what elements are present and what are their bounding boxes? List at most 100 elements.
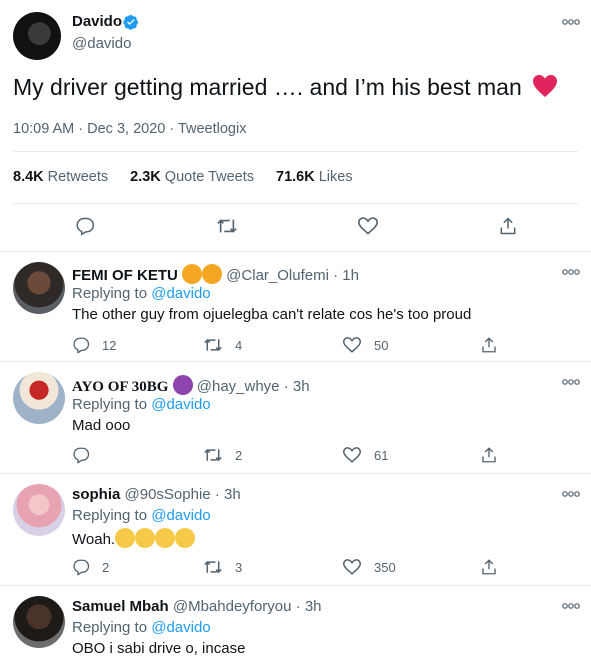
reply-item[interactable]: FEMI OF KETU @Clar_Olufemi · 1h Replying… bbox=[0, 252, 591, 362]
reply-count: 12 bbox=[102, 337, 117, 353]
reply-count: 2 bbox=[102, 559, 110, 575]
reply-handle[interactable]: @hay_whye bbox=[197, 378, 280, 395]
reply-header: FEMI OF KETU @Clar_Olufemi · 1h bbox=[72, 264, 359, 284]
retweet-count: 3 bbox=[235, 559, 243, 575]
reply-item[interactable]: AYO OF 30BG @hay_whye · 3h Replying to @… bbox=[0, 362, 591, 474]
retweet-button[interactable]: 3 bbox=[203, 558, 242, 576]
replying-to-link[interactable]: @davido bbox=[151, 619, 210, 636]
share-icon bbox=[482, 559, 496, 575]
reply-handle[interactable]: @Mbahdeyforyou bbox=[173, 598, 292, 615]
reply-time[interactable]: · 3h bbox=[284, 378, 310, 395]
author-handle[interactable]: @davido bbox=[72, 35, 131, 52]
more-icon[interactable] bbox=[562, 378, 580, 388]
replying-to-link[interactable]: @davido bbox=[151, 396, 210, 413]
devil-emoji-icon bbox=[172, 375, 193, 395]
reply-name[interactable]: AYO OF 30BG bbox=[72, 379, 168, 395]
like-icon bbox=[342, 559, 362, 575]
like-icon[interactable] bbox=[357, 216, 379, 236]
reply-header: Samuel Mbah @Mbahdeyforyou · 3h bbox=[72, 598, 322, 615]
reply-avatar[interactable] bbox=[13, 262, 65, 314]
divider bbox=[13, 151, 578, 152]
reply-time[interactable]: · 1h bbox=[333, 267, 359, 284]
retweets-stat[interactable]: 8.4K Retweets bbox=[13, 169, 108, 185]
retweet-count: 2 bbox=[235, 447, 243, 463]
like-button[interactable]: 61 bbox=[342, 446, 388, 464]
reply-text: Woah. bbox=[72, 531, 116, 548]
more-icon[interactable] bbox=[562, 602, 580, 612]
retweet-button[interactable]: 2 bbox=[203, 446, 242, 464]
likes-label: Likes bbox=[318, 169, 353, 185]
reply-icon bbox=[73, 447, 90, 464]
reply-avatar[interactable] bbox=[13, 596, 65, 648]
retweet-icon bbox=[204, 561, 222, 573]
lion-emoji-icon bbox=[202, 264, 222, 284]
more-icon[interactable] bbox=[562, 490, 580, 500]
likes-count: 71.6K bbox=[276, 169, 315, 185]
clap-emoji-icon bbox=[175, 528, 196, 548]
author-name[interactable]: Davido bbox=[72, 13, 122, 30]
share-button[interactable] bbox=[480, 336, 498, 354]
reply-name[interactable]: Samuel Mbah bbox=[72, 598, 169, 615]
share-icon bbox=[482, 447, 496, 463]
like-icon bbox=[342, 447, 362, 463]
reply-button[interactable]: 12 bbox=[72, 336, 116, 354]
clap-emoji-icon bbox=[115, 528, 136, 548]
share-icon bbox=[482, 337, 496, 353]
share-button[interactable] bbox=[480, 558, 498, 576]
quotes-count: 2.3K bbox=[130, 169, 161, 185]
reply-text-wrap: Woah. bbox=[72, 528, 196, 548]
replying-to: Replying to @davido bbox=[72, 285, 211, 302]
reply-name[interactable]: FEMI OF KETU bbox=[72, 267, 178, 284]
replying-to-link[interactable]: @davido bbox=[151, 507, 210, 524]
share-button[interactable] bbox=[480, 446, 498, 464]
reply-handle[interactable]: @Clar_Olufemi bbox=[226, 267, 329, 284]
reply-button[interactable] bbox=[72, 446, 102, 464]
reply-icon bbox=[73, 559, 90, 576]
retweet-icon[interactable] bbox=[216, 216, 238, 236]
divider bbox=[13, 203, 578, 204]
replying-prefix: Replying to bbox=[72, 507, 148, 524]
like-button[interactable]: 50 bbox=[342, 336, 388, 354]
replying-to: Replying to @davido bbox=[72, 396, 211, 413]
clap-emoji-icon bbox=[155, 528, 176, 548]
replying-to: Replying to @davido bbox=[72, 619, 211, 636]
reply-avatar[interactable] bbox=[13, 484, 65, 536]
reply-avatar[interactable] bbox=[13, 372, 65, 424]
retweets-label: Retweets bbox=[47, 169, 109, 185]
reply-text: OBO i sabi drive o, incase bbox=[72, 640, 246, 657]
like-icon bbox=[342, 337, 362, 353]
replying-prefix: Replying to bbox=[72, 285, 148, 302]
more-icon[interactable] bbox=[562, 268, 580, 278]
more-icon[interactable] bbox=[562, 18, 580, 28]
lion-emoji-icon bbox=[182, 264, 202, 284]
like-count: 61 bbox=[374, 447, 389, 463]
tweet-stats: 8.4K Retweets 2.3K Quote Tweets 71.6K Li… bbox=[13, 169, 353, 185]
quotes-stat[interactable]: 2.3K Quote Tweets bbox=[130, 169, 254, 185]
reply-header: sophia @90sSophie · 3h bbox=[72, 486, 241, 503]
replying-to-link[interactable]: @davido bbox=[151, 285, 210, 302]
like-button[interactable]: 350 bbox=[342, 558, 396, 576]
reply-item[interactable]: sophia @90sSophie · 3h Replying to @davi… bbox=[0, 474, 591, 586]
share-icon[interactable] bbox=[498, 216, 518, 236]
reply-handle[interactable]: @90sSophie bbox=[125, 486, 211, 503]
reply-icon[interactable] bbox=[75, 216, 95, 236]
reply-time[interactable]: · 3h bbox=[215, 486, 241, 503]
tweet-text: My driver getting married …. and I’m his… bbox=[13, 74, 558, 101]
tweet-timestamp[interactable]: 10:09 AM · Dec 3, 2020 · Tweetlogix bbox=[13, 121, 246, 137]
author-avatar[interactable] bbox=[13, 12, 61, 60]
verified-badge-icon bbox=[123, 14, 139, 30]
reply-name[interactable]: sophia bbox=[72, 486, 120, 503]
quotes-label: Quote Tweets bbox=[164, 169, 254, 185]
like-count: 50 bbox=[374, 337, 389, 353]
reply-time[interactable]: · 3h bbox=[296, 598, 322, 615]
reply-text: Mad ooo bbox=[72, 417, 131, 434]
retweet-button[interactable]: 4 bbox=[203, 336, 242, 354]
clap-emoji-icon bbox=[135, 528, 156, 548]
reply-button[interactable]: 2 bbox=[72, 558, 109, 576]
reply-text: The other guy from ojuelegba can't relat… bbox=[72, 306, 472, 323]
main-tweet: Davido @davido My driver getting married… bbox=[0, 0, 591, 252]
likes-stat[interactable]: 71.6K Likes bbox=[276, 169, 353, 185]
reply-item[interactable]: Samuel Mbah @Mbahdeyforyou · 3h Replying… bbox=[0, 586, 591, 662]
like-count: 350 bbox=[374, 559, 396, 575]
retweets-count: 8.4K bbox=[13, 169, 44, 185]
